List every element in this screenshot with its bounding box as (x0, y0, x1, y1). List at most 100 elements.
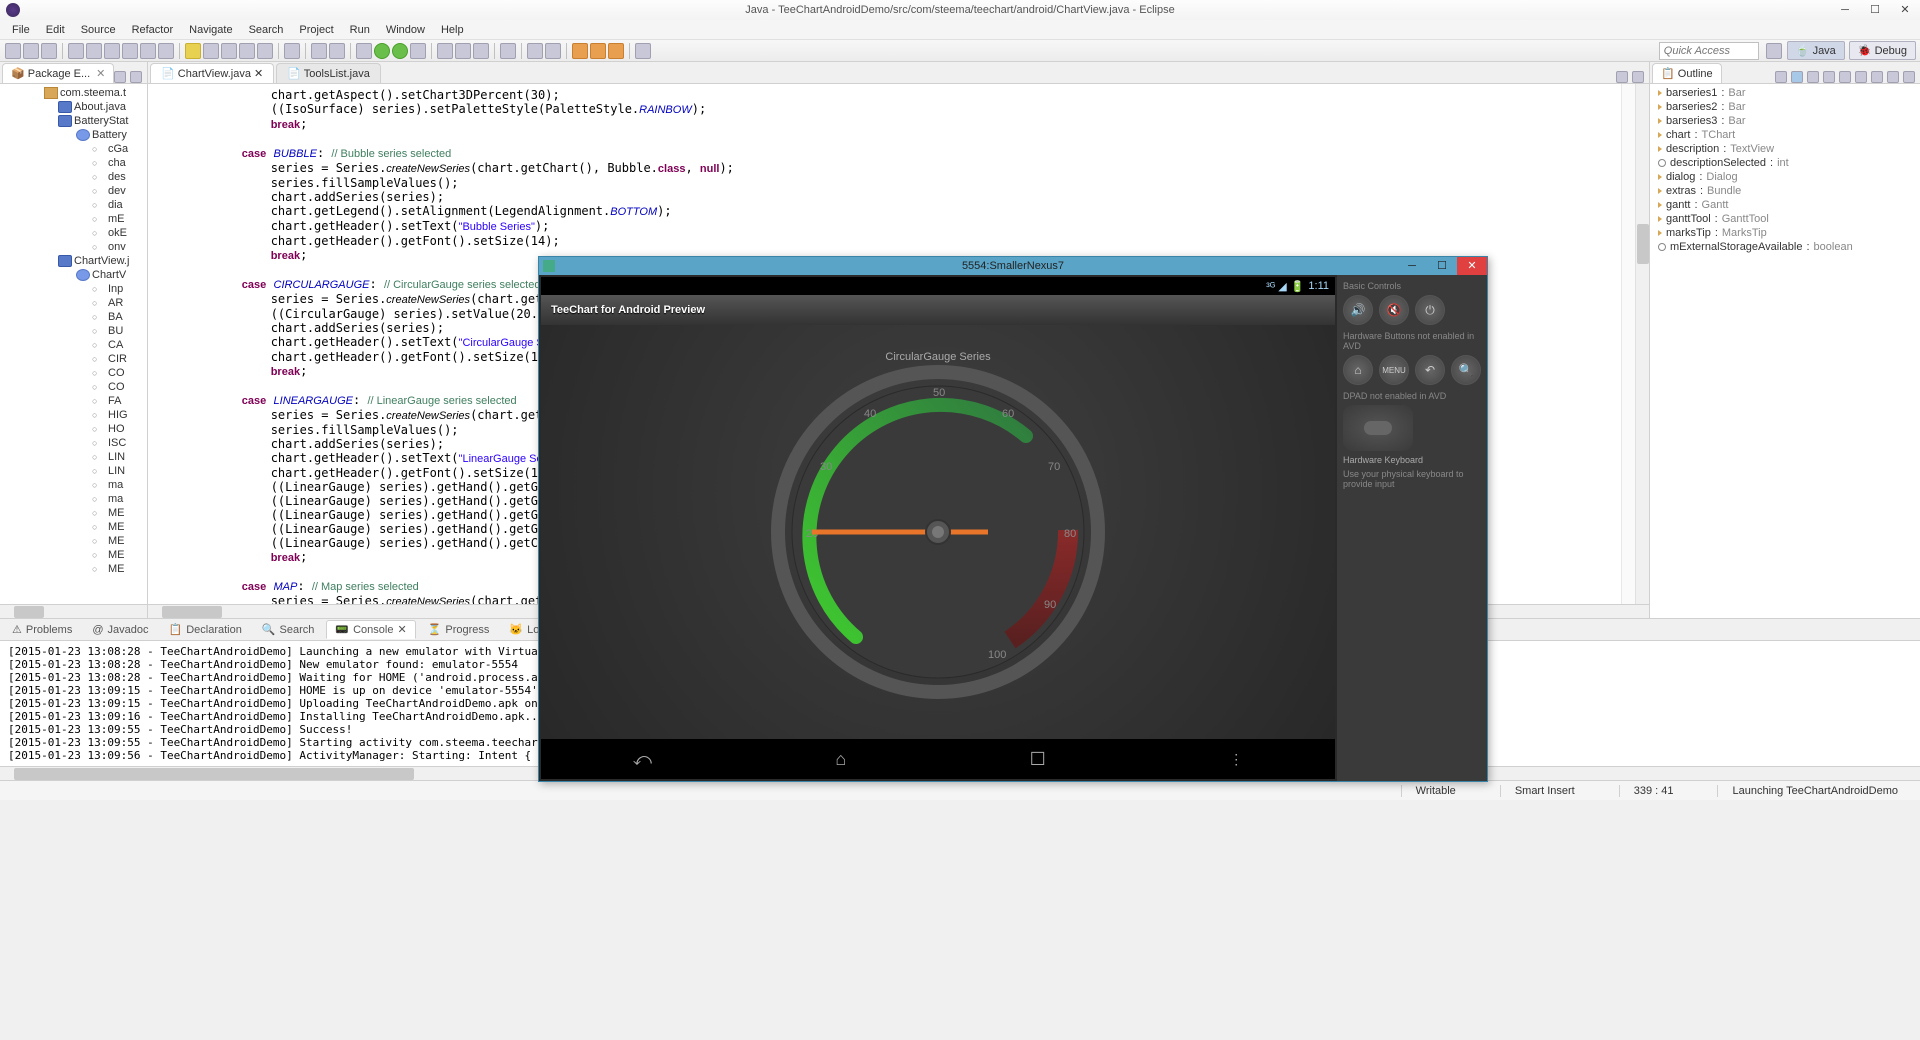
outline-item[interactable]: barseries2 : Bar (1658, 100, 1912, 114)
outline-item[interactable]: ganttTool : GanttTool (1658, 212, 1912, 226)
recents-button[interactable]: ☐ (1030, 749, 1046, 770)
perspective-java[interactable]: 🍵 Java (1787, 41, 1845, 60)
emulator-maximize-button[interactable]: ☐ (1427, 257, 1457, 275)
editor-tab-toolslist[interactable]: 📄 ToolsList.java (276, 63, 381, 83)
outline-item[interactable]: extras : Bundle (1658, 184, 1912, 198)
new-if-icon[interactable] (473, 43, 489, 59)
close-button[interactable]: ✕ (1890, 0, 1920, 20)
skip-icon[interactable] (311, 43, 327, 59)
open-type-icon[interactable] (284, 43, 300, 59)
tree-item[interactable]: ChartView.j (0, 254, 147, 268)
menu-button[interactable]: ⋮ (1229, 751, 1243, 768)
dpad-control[interactable] (1343, 405, 1413, 451)
tree-item[interactable]: ○CO (0, 380, 147, 394)
hide-nonpublic-icon[interactable] (1839, 71, 1851, 83)
outline-item[interactable]: mExternalStorageAvailable : boolean (1658, 240, 1912, 254)
new-icon[interactable] (5, 43, 21, 59)
menu-source[interactable]: Source (73, 22, 124, 38)
maximize-view-icon[interactable] (1903, 71, 1915, 83)
view-menu-icon[interactable] (1871, 71, 1883, 83)
tab-console[interactable]: 📟 Console ✕ (326, 620, 415, 639)
menu-refactor[interactable]: Refactor (124, 22, 182, 38)
ann-icon[interactable] (527, 43, 543, 59)
perspective-debug[interactable]: 🐞 Debug (1849, 41, 1916, 60)
menu-navigate[interactable]: Navigate (181, 22, 240, 38)
tab-problems[interactable]: ⚠ Problems (4, 621, 80, 638)
open-perspective-icon[interactable] (1766, 43, 1782, 59)
debug-icon[interactable] (68, 43, 84, 59)
new-pkg-icon[interactable] (437, 43, 453, 59)
maximize-button[interactable]: ☐ (1860, 0, 1890, 20)
search-ctrl-button[interactable]: 🔍 (1451, 355, 1481, 385)
box-icon[interactable] (221, 43, 237, 59)
power-button[interactable]: ⏻ (1415, 295, 1445, 325)
run-icon[interactable] (374, 43, 390, 59)
toggle-icon[interactable] (203, 43, 219, 59)
android-icon[interactable] (86, 43, 102, 59)
hide-fields-icon[interactable] (1807, 71, 1819, 83)
tree-item[interactable]: About.java (0, 100, 147, 114)
back-button[interactable]: ⤺ (633, 749, 652, 770)
avd-icon[interactable] (104, 43, 120, 59)
tree-item[interactable]: ○ME (0, 506, 147, 520)
outline-list[interactable]: barseries1 : Barbarseries2 : Barbarserie… (1650, 84, 1920, 618)
minimize-editor-icon[interactable] (1616, 71, 1628, 83)
tree-item[interactable]: ○HO (0, 422, 147, 436)
tree-item[interactable]: ○FA (0, 394, 147, 408)
home-ctrl-button[interactable]: ⌂ (1343, 355, 1373, 385)
tree-item[interactable]: ○HIG (0, 408, 147, 422)
external-icon[interactable] (410, 43, 426, 59)
tree-item[interactable]: ○CA (0, 338, 147, 352)
tree-item[interactable]: ChartV (0, 268, 147, 282)
bug-icon[interactable] (356, 43, 372, 59)
maximize-editor-icon[interactable] (1632, 71, 1644, 83)
close-icon[interactable]: ✕ (254, 68, 263, 80)
close-icon[interactable]: ✕ (96, 68, 105, 80)
tree-item[interactable]: ○BU (0, 324, 147, 338)
outline-item[interactable]: chart : TChart (1658, 128, 1912, 142)
tab-search[interactable]: 🔍 Search (254, 621, 323, 638)
menu-window[interactable]: Window (378, 22, 433, 38)
box2-icon[interactable] (239, 43, 255, 59)
emulator-close-button[interactable]: ✕ (1457, 257, 1487, 275)
menu-run[interactable]: Run (342, 22, 378, 38)
save-all-icon[interactable] (41, 43, 57, 59)
res-icon[interactable] (140, 43, 156, 59)
menu-ctrl-button[interactable]: MENU (1379, 355, 1409, 385)
tree-item[interactable]: ○AR (0, 296, 147, 310)
tree-item[interactable]: ○BA (0, 310, 147, 324)
menu-project[interactable]: Project (291, 22, 341, 38)
outline-item[interactable]: descriptionSelected : int (1658, 156, 1912, 170)
outline-item[interactable]: gantt : Gantt (1658, 198, 1912, 212)
outline-item[interactable]: barseries1 : Bar (1658, 86, 1912, 100)
package-tree[interactable]: com.steema.tAbout.javaBatteryStatBattery… (0, 84, 147, 604)
tree-item[interactable]: ○ME (0, 534, 147, 548)
tree-item[interactable]: ○Inp (0, 282, 147, 296)
emulator-minimize-button[interactable]: ─ (1397, 257, 1427, 275)
tab-progress[interactable]: ⏳ Progress (420, 621, 498, 638)
tree-item[interactable]: ○ISC (0, 436, 147, 450)
emulator-window[interactable]: 5554:SmallerNexus7 ─ ☐ ✕ ³ᴳ ◢ 🔋 1:11 Tee… (538, 256, 1488, 782)
tree-item[interactable]: ○onv (0, 240, 147, 254)
outline-item[interactable]: description : TextView (1658, 142, 1912, 156)
minimize-view-icon[interactable] (1887, 71, 1899, 83)
vertical-scrollbar[interactable] (1635, 84, 1649, 604)
quick-access-input[interactable] (1659, 42, 1759, 60)
back-icon[interactable] (572, 43, 588, 59)
back-ctrl-button[interactable]: ↶ (1415, 355, 1445, 385)
tree-item[interactable]: ○ma (0, 492, 147, 506)
maximize-view-icon[interactable] (130, 71, 142, 83)
minimize-button[interactable]: ─ (1830, 0, 1860, 20)
horizontal-scrollbar[interactable] (0, 604, 147, 618)
tree-item[interactable]: ○LIN (0, 464, 147, 478)
volume-button[interactable]: 🔊 (1343, 295, 1373, 325)
emulator-screen[interactable]: ³ᴳ ◢ 🔋 1:11 TeeChart for Android Preview… (541, 277, 1335, 779)
run-last-icon[interactable] (392, 43, 408, 59)
tab-declaration[interactable]: 📋 Declaration (161, 621, 250, 638)
lint-icon[interactable] (122, 43, 138, 59)
mute-button[interactable]: 🔇 (1379, 295, 1409, 325)
tree-item[interactable]: ○dev (0, 184, 147, 198)
outline-item[interactable]: barseries3 : Bar (1658, 114, 1912, 128)
tree-item[interactable]: ○mE (0, 212, 147, 226)
highlight-icon[interactable] (185, 43, 201, 59)
